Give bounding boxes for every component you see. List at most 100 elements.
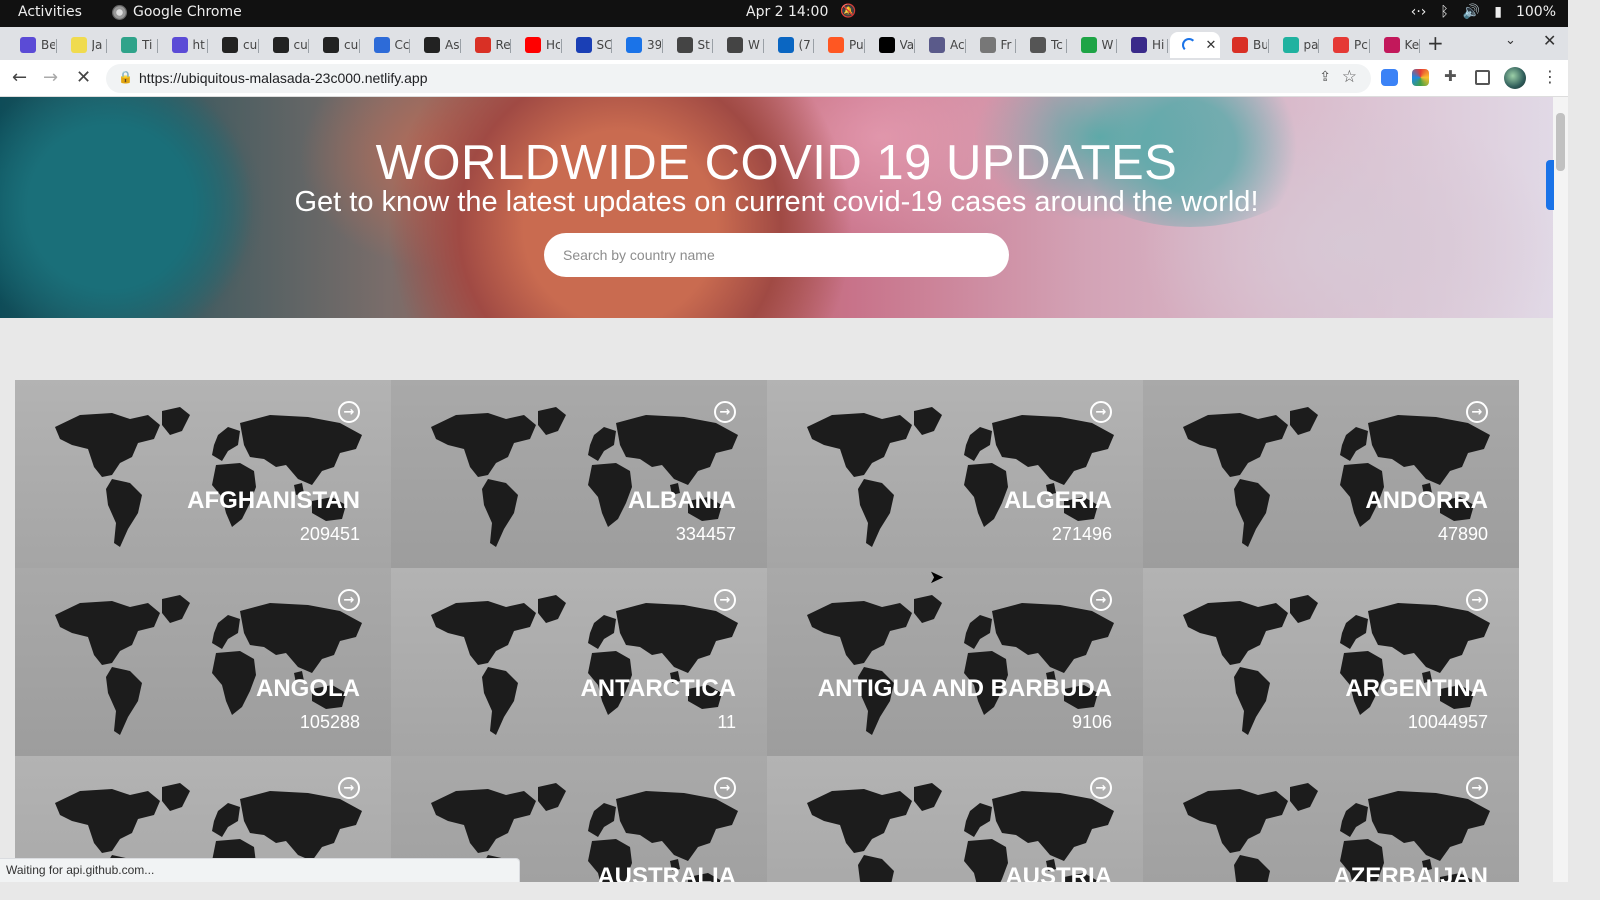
- tab-title: W: [748, 38, 760, 52]
- arrow-right-circle-icon[interactable]: →: [1090, 777, 1112, 799]
- status-bubble: Waiting for api.github.com...: [0, 858, 520, 882]
- stop-loading-icon[interactable]: ✕: [76, 67, 91, 88]
- arrow-right-circle-icon[interactable]: →: [1466, 777, 1488, 799]
- browser-tab[interactable]: W: [1069, 32, 1119, 58]
- browser-tab[interactable]: Pu: [816, 32, 866, 58]
- tab-title: cu: [293, 38, 308, 52]
- arrow-right-circle-icon[interactable]: →: [338, 589, 360, 611]
- browser-tab[interactable]: Ac: [917, 32, 967, 58]
- arrow-right-circle-icon[interactable]: →: [1466, 589, 1488, 611]
- browser-tab[interactable]: Fr: [968, 32, 1018, 58]
- browser-tab[interactable]: pa: [1271, 32, 1321, 58]
- side-panel-icon[interactable]: [1475, 70, 1490, 85]
- country-card[interactable]: → ARGENTINA 10044957: [1143, 568, 1519, 756]
- browser-tab[interactable]: Be: [8, 32, 58, 58]
- tab-favicon: [1383, 37, 1400, 53]
- tab-title: Hc: [546, 38, 560, 52]
- puzzle-extensions-icon[interactable]: ✚: [1444, 67, 1461, 85]
- country-name: ALBANIA: [628, 487, 736, 514]
- clock[interactable]: Apr 2 14:00: [746, 4, 828, 20]
- share-icon[interactable]: ⇪: [1319, 69, 1331, 85]
- country-card[interactable]: → AZERBAIJAN: [1143, 756, 1519, 882]
- country-card[interactable]: → ALGERIA 271496: [767, 380, 1143, 568]
- browser-tab[interactable]: Bu: [1220, 32, 1270, 58]
- address-bar[interactable]: 🔒 https://ubiquitous-malasada-23c000.net…: [106, 64, 1371, 93]
- arrow-right-circle-icon[interactable]: →: [338, 777, 360, 799]
- tab-separator: [308, 39, 309, 53]
- tab-title: Ac: [950, 38, 964, 52]
- country-name: ANDORRA: [1365, 487, 1488, 514]
- github-icon: [222, 37, 238, 53]
- arrow-right-circle-icon[interactable]: →: [714, 401, 736, 423]
- extension-side-tab[interactable]: [1546, 160, 1554, 210]
- browser-tab[interactable]: Va: [867, 32, 917, 58]
- tab-search-chevron-icon[interactable]: ⌄: [1505, 33, 1516, 48]
- arrow-right-circle-icon[interactable]: →: [1090, 589, 1112, 611]
- back-arrow-icon[interactable]: ←: [12, 67, 27, 88]
- arrow-right-circle-icon[interactable]: →: [338, 401, 360, 423]
- window-close-icon[interactable]: ✕: [1543, 31, 1556, 50]
- browser-tab[interactable]: As: [412, 32, 462, 58]
- country-card[interactable]: → ANDORRA 47890: [1143, 380, 1519, 568]
- browser-tab[interactable]: St: [665, 32, 715, 58]
- browser-tab-active[interactable]: ✕: [1169, 32, 1220, 58]
- docs-icon: [373, 37, 390, 53]
- browser-tab[interactable]: Ke: [1372, 32, 1422, 58]
- linkedin-icon: [777, 37, 794, 53]
- activities-button[interactable]: Activities: [18, 4, 82, 20]
- extension-icon[interactable]: [1381, 69, 1398, 86]
- more-menu-icon[interactable]: ⋮: [1542, 67, 1558, 86]
- browser-tab[interactable]: Cc: [362, 32, 412, 58]
- country-card[interactable]: → AUSTRIA: [767, 756, 1143, 882]
- arrow-right-circle-icon[interactable]: →: [1090, 401, 1112, 423]
- page-scrollbar[interactable]: [1553, 97, 1568, 882]
- browser-tab[interactable]: cu: [210, 32, 260, 58]
- browser-tab[interactable]: Hi: [1119, 32, 1169, 58]
- arrow-right-circle-icon[interactable]: →: [714, 589, 736, 611]
- url-text[interactable]: https://ubiquitous-malasada-23c000.netli…: [139, 70, 427, 86]
- tab-close-icon[interactable]: ✕: [1206, 38, 1217, 53]
- lock-icon[interactable]: 🔒: [118, 70, 133, 84]
- browser-tab[interactable]: W: [715, 32, 765, 58]
- browser-tab[interactable]: cu: [261, 32, 311, 58]
- tab-favicon: [1282, 37, 1299, 53]
- country-search-input[interactable]: [544, 233, 1009, 277]
- tab-title: Ke: [1404, 38, 1419, 52]
- country-card[interactable]: → AFGHANISTAN 209451: [15, 380, 391, 568]
- arrow-right-circle-icon[interactable]: →: [1466, 401, 1488, 423]
- tab-separator: [257, 39, 259, 53]
- tab-separator: [762, 39, 764, 53]
- tab-separator: [863, 39, 865, 53]
- tab-favicon: [1232, 37, 1248, 53]
- browser-tab[interactable]: Ja: [59, 32, 109, 58]
- browser-tab[interactable]: SC: [564, 32, 614, 58]
- new-tab-button[interactable]: +: [1427, 31, 1444, 55]
- country-name: ANTIGUA AND BARBUDA: [817, 675, 1112, 702]
- country-card[interactable]: → ALBANIA 334457: [391, 380, 767, 568]
- browser-tab[interactable]: 39: [614, 32, 664, 58]
- browser-tab[interactable]: (7: [766, 32, 816, 58]
- browser-tab[interactable]: Hc: [513, 32, 563, 58]
- browser-tab[interactable]: Re: [463, 32, 513, 58]
- app-menu[interactable]: Google Chrome: [112, 4, 242, 20]
- profile-avatar[interactable]: [1504, 67, 1526, 89]
- browser-tab[interactable]: Pc: [1321, 32, 1371, 58]
- network-icon: ‹·›: [1410, 4, 1427, 20]
- scrollbar-thumb[interactable]: [1556, 113, 1565, 171]
- extension-icon[interactable]: [1412, 69, 1429, 86]
- browser-tab[interactable]: cu: [311, 32, 361, 58]
- forward-arrow-icon[interactable]: →: [43, 67, 58, 88]
- browser-tab[interactable]: Ti: [109, 32, 159, 58]
- notifications-muted-icon[interactable]: 🔕: [840, 4, 856, 19]
- country-card[interactable]: → ANTIGUA AND BARBUDA 9106: [767, 568, 1143, 756]
- browser-tab[interactable]: Tc: [1018, 32, 1068, 58]
- arrow-right-circle-icon[interactable]: →: [714, 777, 736, 799]
- browser-tab[interactable]: ht: [160, 32, 210, 58]
- bluetooth-icon: ᛒ: [1440, 4, 1449, 20]
- tab-favicon: [626, 37, 642, 53]
- country-card[interactable]: → ANGOLA 105288: [15, 568, 391, 756]
- system-tray[interactable]: ‹·› ᛒ 🔊 ▮ 100%: [1411, 4, 1556, 20]
- country-card[interactable]: → ANTARCTICA 11: [391, 568, 767, 756]
- tab-separator: [1065, 39, 1067, 53]
- bookmark-star-icon[interactable]: ☆: [1342, 67, 1357, 87]
